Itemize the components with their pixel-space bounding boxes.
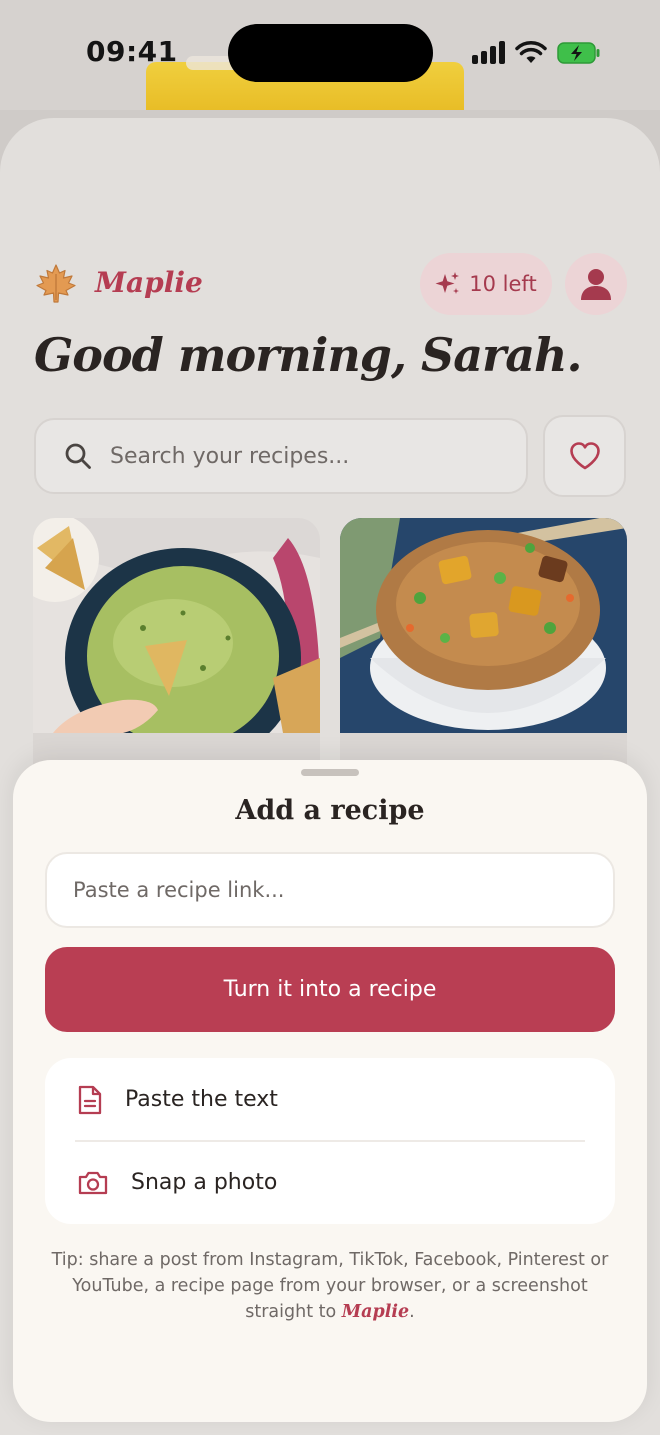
- document-icon: [78, 1085, 102, 1114]
- camera-icon: [78, 1171, 108, 1194]
- sheet-grabber[interactable]: [301, 769, 359, 776]
- search-icon: [65, 443, 91, 469]
- wifi-icon: [515, 41, 547, 63]
- tip-text: Tip: share a post from Instagram, TikTok…: [51, 1250, 609, 1322]
- greeting-heading: Good morning, Sarah.: [34, 328, 583, 382]
- brand-name: Maplie: [95, 266, 203, 299]
- import-options: Paste the text Snap a photo: [45, 1058, 615, 1224]
- snap-photo-label: Snap a photo: [131, 1170, 278, 1195]
- sheet-title: Add a recipe: [235, 795, 425, 826]
- credits-button[interactable]: 10 left: [420, 253, 552, 315]
- fried-rice-recipe-image: [340, 518, 627, 733]
- recipe-link-input[interactable]: [45, 852, 615, 928]
- signal-icon: [472, 40, 508, 64]
- tip-end: .: [409, 1302, 415, 1322]
- maple-leaf-logo-icon: [36, 264, 76, 303]
- snap-photo-option[interactable]: Snap a photo: [45, 1141, 615, 1224]
- tip-brand: Maplie: [341, 1302, 410, 1322]
- credits-label: 10 left: [469, 272, 537, 296]
- search-bar[interactable]: [34, 418, 528, 494]
- share-tip: Tip: share a post from Instagram, TikTok…: [43, 1247, 617, 1325]
- add-recipe-sheet: Add a recipe Turn it into a recipe Paste…: [13, 760, 647, 1422]
- battery-icon: [557, 42, 600, 64]
- heart-icon: [569, 442, 600, 470]
- paste-text-option[interactable]: Paste the text: [45, 1058, 615, 1141]
- dynamic-island: [228, 24, 433, 82]
- status-bar: 09:41: [0, 0, 660, 110]
- paste-text-label: Paste the text: [125, 1087, 278, 1112]
- guacamole-recipe-image: [33, 518, 320, 733]
- profile-button[interactable]: [565, 253, 627, 315]
- status-time: 09:41: [86, 35, 178, 68]
- turn-into-recipe-button[interactable]: Turn it into a recipe: [45, 947, 615, 1032]
- search-input[interactable]: [110, 443, 490, 469]
- sparkle-icon: [435, 272, 460, 294]
- user-icon: [581, 269, 611, 300]
- favorites-button[interactable]: [543, 415, 626, 497]
